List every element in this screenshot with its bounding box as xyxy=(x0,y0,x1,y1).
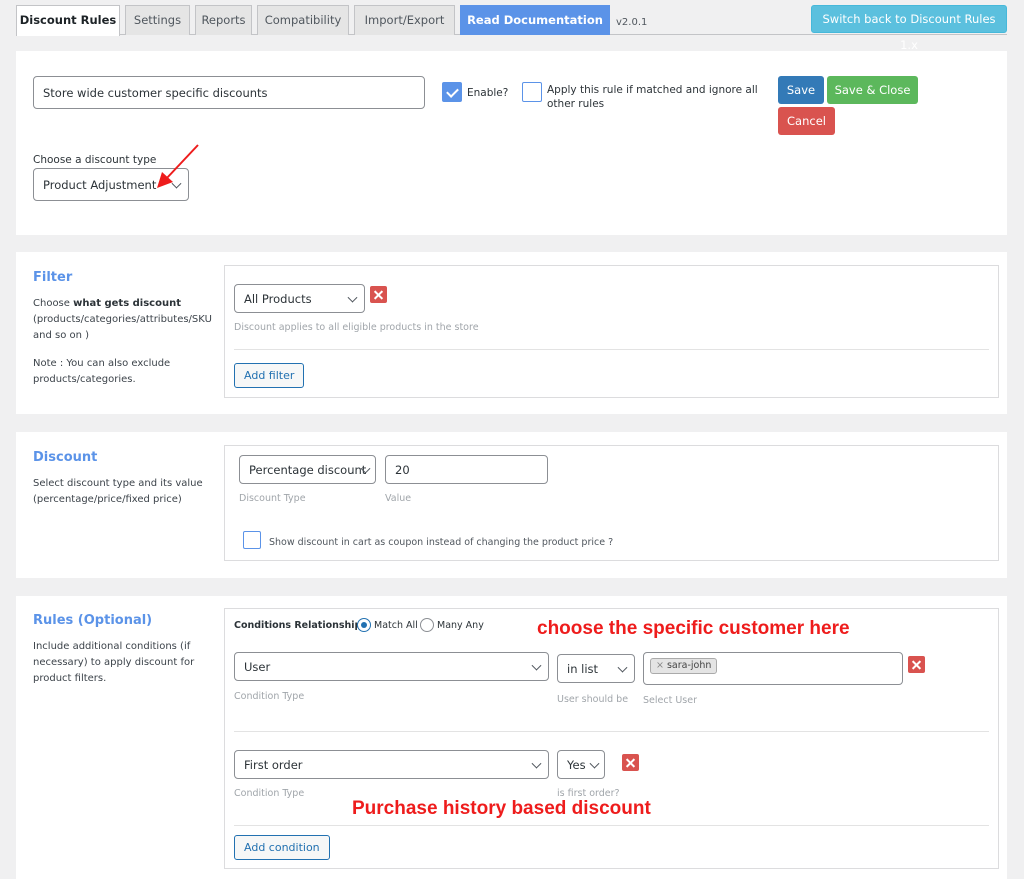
coupon-label: Show discount in cart as coupon instead … xyxy=(269,537,614,548)
enable-checkbox[interactable] xyxy=(442,82,462,102)
user-tag-label: sara-john xyxy=(666,660,712,671)
annotation-customer: choose the specific customer here xyxy=(537,618,850,639)
rules-title: Rules (Optional) xyxy=(33,613,153,628)
exclusive-rule-label: Apply this rule if matched and ignore al… xyxy=(547,84,758,110)
add-condition-button[interactable]: Add condition xyxy=(234,835,330,860)
rules-description: Include additional conditions (if necess… xyxy=(33,641,195,684)
remove-condition-button[interactable] xyxy=(908,656,925,673)
discount-method-select[interactable]: Percentage discount xyxy=(239,455,376,484)
condition-type-hint: Condition Type xyxy=(234,788,305,799)
chevron-down-icon xyxy=(347,292,358,303)
chevron-down-icon xyxy=(531,758,542,769)
chevron-down-icon xyxy=(531,660,542,671)
discount-title: Discount xyxy=(33,450,98,465)
match-all-radio[interactable] xyxy=(357,618,371,632)
save-close-button[interactable]: Save & Close xyxy=(827,76,918,104)
discount-value-input[interactable]: 20 xyxy=(385,455,548,484)
divider xyxy=(234,825,989,826)
filter-description: Choose what gets discount (products/cate… xyxy=(33,296,218,344)
remove-tag-icon[interactable]: × xyxy=(656,660,664,671)
condition-operator-value: in list xyxy=(567,661,599,676)
exclusive-rule-checkbox[interactable] xyxy=(522,82,542,102)
condition-type-hint: Condition Type xyxy=(234,691,305,702)
rules-panel: Rules (Optional) Include additional cond… xyxy=(16,596,1007,879)
discount-type-hint: Discount Type xyxy=(239,493,306,504)
add-filter-button[interactable]: Add filter xyxy=(234,363,305,388)
match-all-label: Match All xyxy=(374,620,418,631)
discount-description: Select discount type and its value (perc… xyxy=(33,478,203,505)
condition-operator-select[interactable]: in list xyxy=(557,654,635,683)
read-documentation-button[interactable]: Read Documentation xyxy=(460,5,610,35)
rule-title-input[interactable]: Store wide customer specific discounts xyxy=(33,76,425,109)
chevron-down-icon xyxy=(617,662,628,673)
filter-desc-suffix: (products/categories/attributes/SKU and … xyxy=(33,314,212,341)
tab-import-export[interactable]: Import/Export xyxy=(354,5,455,35)
chevron-down-icon xyxy=(589,758,600,769)
filter-desc-bold: what gets discount xyxy=(73,298,181,309)
filter-type-value: All Products xyxy=(244,291,312,306)
select-user-input[interactable]: × sara-john xyxy=(643,652,903,685)
annotation-purchase-history: Purchase history based discount xyxy=(352,798,651,819)
tab-settings[interactable]: Settings xyxy=(125,5,190,35)
condition-type-value: First order xyxy=(244,757,303,772)
match-any-label: Many Any xyxy=(437,620,484,631)
remove-condition-button[interactable] xyxy=(622,754,639,771)
first-order-value: Yes xyxy=(567,757,586,772)
filter-note: Note : You can also exclude products/cat… xyxy=(33,358,171,385)
condition-type-value: User xyxy=(244,659,271,674)
save-button[interactable]: Save xyxy=(778,76,824,104)
discount-value-hint: Value xyxy=(385,493,412,504)
filter-hint: Discount applies to all eligible product… xyxy=(234,322,479,333)
cancel-button[interactable]: Cancel xyxy=(778,107,835,135)
discount-type-value: Product Adjustment xyxy=(43,177,157,192)
user-tag: × sara-john xyxy=(650,658,718,674)
conditions-box: Conditions Relationship Match All Many A… xyxy=(224,608,999,869)
condition-type-select[interactable]: User xyxy=(234,652,549,681)
filter-desc-prefix: Choose xyxy=(33,298,74,309)
discount-method-value: Percentage discount xyxy=(249,462,367,477)
tab-reports[interactable]: Reports xyxy=(195,5,252,35)
discount-box: Percentage discount Discount Type 20 Val… xyxy=(224,445,999,561)
select-user-hint: Select User xyxy=(643,695,697,706)
remove-filter-button[interactable] xyxy=(370,286,387,303)
condition-operator-hint: User should be xyxy=(557,694,629,705)
condition-type-select[interactable]: First order xyxy=(234,750,549,779)
filter-panel: Filter Choose what gets discount (produc… xyxy=(16,252,1007,414)
rule-header-panel: Store wide customer specific discounts E… xyxy=(16,51,1007,235)
conditions-relationship-label: Conditions Relationship xyxy=(234,620,362,631)
switch-back-button[interactable]: Switch back to Discount Rules 1.x xyxy=(811,5,1007,52)
discount-panel: Discount Select discount type and its va… xyxy=(16,432,1007,578)
tab-discount-rules[interactable]: Discount Rules xyxy=(16,5,120,36)
match-any-radio[interactable] xyxy=(420,618,434,632)
annotation-arrow-icon xyxy=(157,144,199,188)
coupon-checkbox[interactable] xyxy=(243,531,261,549)
filter-box: All Products Discount applies to all eli… xyxy=(224,265,999,398)
filter-type-select[interactable]: All Products xyxy=(234,284,365,313)
first-order-select[interactable]: Yes xyxy=(557,750,605,779)
tab-compatibility[interactable]: Compatibility xyxy=(257,5,349,35)
divider xyxy=(234,349,989,350)
filter-title: Filter xyxy=(33,270,73,285)
enable-label: Enable? xyxy=(467,87,509,99)
divider xyxy=(234,731,989,732)
discount-type-label: Choose a discount type xyxy=(33,154,157,166)
version-label: v2.0.1 xyxy=(616,17,648,28)
